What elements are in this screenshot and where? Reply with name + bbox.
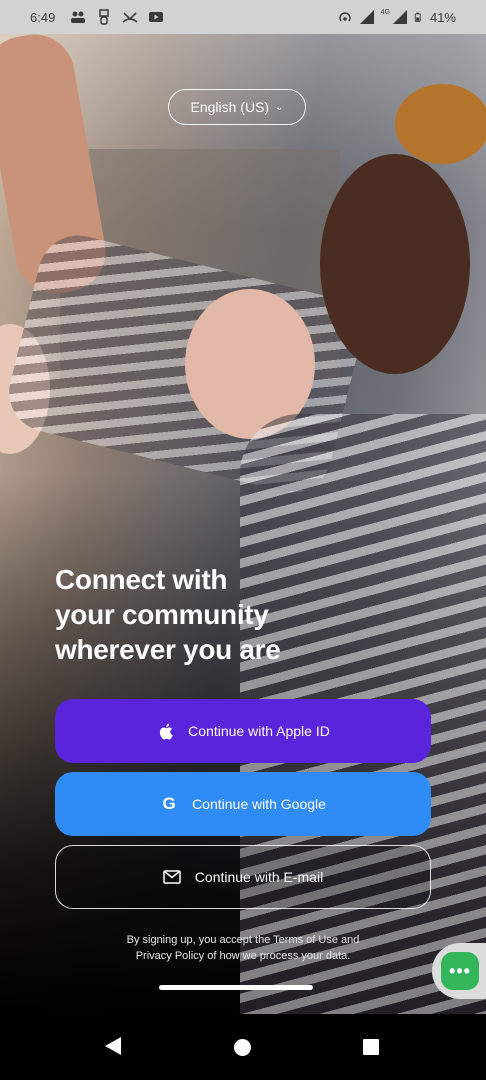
headline-line-3: wherever you are <box>55 634 281 665</box>
recents-square-icon[interactable] <box>363 1039 379 1055</box>
hotspot-icon <box>338 12 351 22</box>
continue-email-label: Continue with E-mail <box>194 869 324 885</box>
legal-line-1: By signing up, you accept the Terms of U… <box>126 934 360 946</box>
battery-icon <box>414 12 421 22</box>
continue-apple-label: Continue with Apple ID <box>188 723 330 739</box>
continue-email-button[interactable]: Continue with E-mail <box>55 845 431 909</box>
continue-google-button[interactable]: G Continue with Google <box>55 772 431 836</box>
missed-call-icon <box>122 12 138 23</box>
language-selector[interactable]: English (US) ⌄ <box>168 89 306 125</box>
legal-text: By signing up, you accept the Terms of U… <box>100 932 386 964</box>
people-icon <box>71 11 85 23</box>
navigation-bar <box>0 1014 486 1080</box>
google-icon: G <box>162 794 176 813</box>
status-icons-right: 4G 41% <box>337 9 456 25</box>
chat-button[interactable]: ••• <box>432 943 486 999</box>
legal-line-2: Privacy Policy of how we process your da… <box>135 950 351 962</box>
headline-line-1: Connect with <box>55 564 228 595</box>
battery-level: 41% <box>429 9 456 25</box>
chat-more-icon: ••• <box>441 952 479 990</box>
home-circle-icon[interactable] <box>234 1039 251 1056</box>
usb-icon <box>99 9 109 25</box>
headline-line-2: your community <box>55 599 269 630</box>
language-label: English (US) <box>190 99 270 115</box>
status-icons-left <box>70 9 164 25</box>
youtube-icon <box>149 12 163 22</box>
mail-icon <box>163 868 181 886</box>
continue-google-label: Continue with Google <box>192 796 326 812</box>
home-indicator <box>159 985 313 990</box>
signal-icon <box>359 10 374 24</box>
continue-apple-button[interactable]: Continue with Apple ID <box>55 699 431 763</box>
headline: Connect with your community wherever you… <box>55 562 355 667</box>
back-triangle-icon[interactable] <box>105 1037 121 1055</box>
status-bar: 6:49 4G 41% <box>0 0 486 34</box>
chevron-down-icon: ⌄ <box>275 101 284 113</box>
signal-4g-icon <box>392 10 407 24</box>
status-time: 6:49 <box>30 10 56 25</box>
apple-icon <box>156 722 174 740</box>
network-type: 4G <box>380 9 390 16</box>
